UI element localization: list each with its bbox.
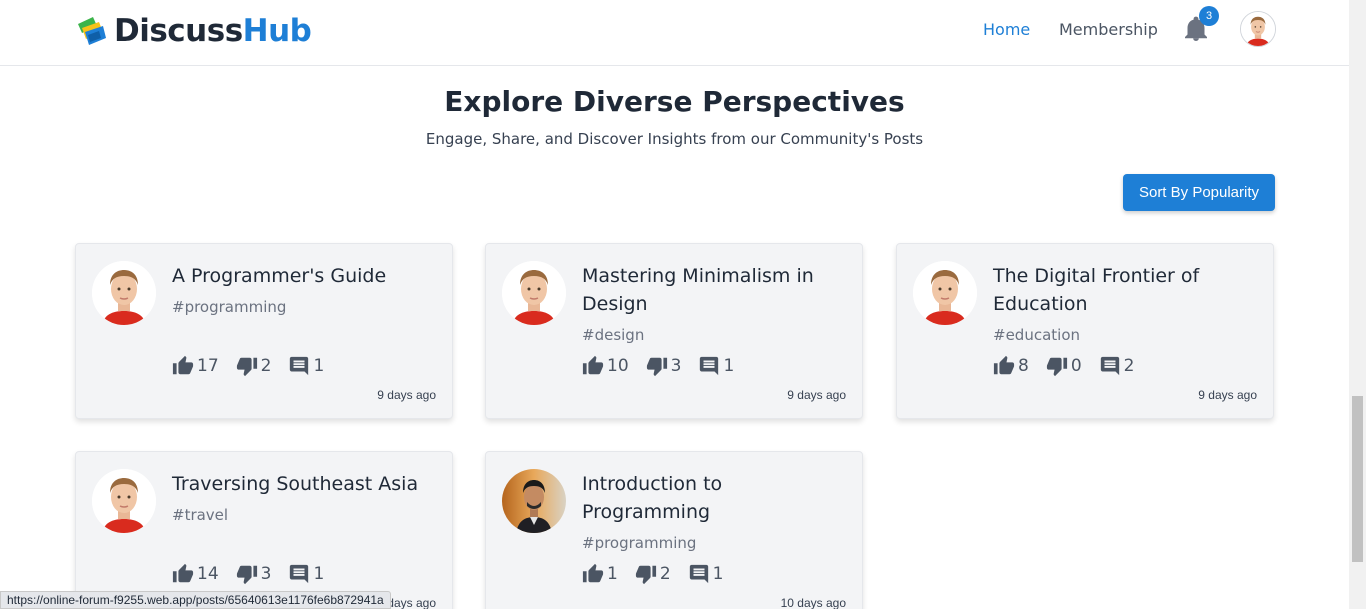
post-card[interactable]: A Programmer's Guide #programming 17 2 1… [75,243,453,419]
post-title[interactable]: Traversing Southeast Asia [172,470,422,498]
downvote-count: 3 [260,564,272,584]
author-photo-avatar [502,469,566,533]
upvote-count: 8 [1018,356,1029,376]
thumbs-down-icon [236,565,257,585]
comment-count: 1 [723,356,735,376]
post-card[interactable]: Mastering Minimalism in Design #design 1… [485,243,863,419]
comment-icon [1100,356,1119,376]
upvote-count: 10 [607,356,629,376]
author-avatar [913,261,977,325]
upvote-stat[interactable]: 14 [172,563,219,585]
downvote-stat[interactable]: 2 [236,355,272,377]
thumbs-up-icon [582,563,604,583]
user-avatar[interactable] [1240,11,1276,47]
post-date: 9 days ago [377,388,436,402]
discusshub-logo-icon [78,17,106,45]
comment-stat[interactable]: 1 [288,563,324,585]
post-stats: 14 3 1 [172,563,341,585]
comment-stat[interactable]: 1 [288,355,324,377]
upvote-count: 1 [607,564,618,584]
downvote-count: 2 [659,564,671,584]
downvote-stat[interactable]: 3 [646,355,682,377]
thumbs-up-icon [172,563,194,583]
author-avatar [92,261,156,325]
post-stats: 8 0 2 [993,355,1151,377]
comment-icon [290,564,309,584]
upvote-stat[interactable]: 1 [582,563,618,585]
downvote-count: 2 [260,356,272,376]
page-subtitle: Engage, Share, and Discover Insights fro… [425,130,924,148]
upvote-stat[interactable]: 17 [172,355,219,377]
post-title[interactable]: Introduction to Programming [582,470,832,526]
post-tag: #programming [172,298,287,316]
nav-home-link[interactable]: Home [983,20,1030,40]
comment-count: 1 [313,356,325,376]
notification-count-badge: 3 [1199,6,1219,26]
post-stats: 17 2 1 [172,355,341,377]
downvote-stat[interactable]: 3 [236,563,272,585]
thumbs-down-icon [646,357,667,377]
thumbs-down-icon [236,357,257,377]
downvote-count: 0 [1070,356,1082,376]
downvote-stat[interactable]: 2 [635,563,671,585]
comment-icon [700,356,719,376]
comment-icon [689,564,708,584]
comment-stat[interactable]: 1 [698,355,734,377]
page-title: Explore Diverse Perspectives [444,85,905,118]
post-date: 9 days ago [787,388,846,402]
post-card[interactable]: Traversing Southeast Asia #travel 14 3 1… [75,451,453,609]
author-avatar [92,469,156,533]
page: DiscussHub Home Membership 3 Explore Div… [0,0,1366,609]
page-scrollbar[interactable] [1349,0,1366,609]
thumbs-up-icon [582,355,604,375]
post-date: 10 days ago [780,596,846,609]
post-title[interactable]: The Digital Frontier of Education [993,262,1243,318]
author-avatar [502,261,566,325]
downvote-count: 3 [670,356,682,376]
post-card[interactable]: The Digital Frontier of Education #educa… [896,243,1274,419]
upvote-count: 14 [197,564,219,584]
upvote-stat[interactable]: 8 [993,355,1029,377]
comment-icon [290,356,309,376]
post-tag: #education [993,326,1080,344]
post-title[interactable]: A Programmer's Guide [172,262,422,290]
thumbs-up-icon [172,355,194,375]
comment-stat[interactable]: 1 [688,563,724,585]
thumbs-up-icon [993,355,1015,375]
navbar: DiscussHub Home Membership 3 [0,0,1349,66]
brand-name: DiscussHub [114,13,312,49]
post-stats: 10 3 1 [582,355,751,377]
thumbs-down-icon [635,565,656,585]
scrollbar-thumb[interactable] [1352,396,1363,562]
post-title[interactable]: Mastering Minimalism in Design [582,262,832,318]
upvote-count: 17 [197,356,219,376]
nav-membership-link[interactable]: Membership [1059,20,1158,40]
thumbs-down-icon [1046,357,1067,377]
comment-stat[interactable]: 2 [1099,355,1135,377]
upvote-stat[interactable]: 10 [582,355,629,377]
brand-logo-link[interactable]: DiscussHub [75,12,312,50]
post-date: 9 days ago [1198,388,1257,402]
sort-by-popularity-button[interactable]: Sort By Popularity [1123,174,1275,211]
post-tag: #programming [582,534,697,552]
link-preview-status-bar: https://online-forum-f9255.web.app/posts… [0,591,391,609]
downvote-stat[interactable]: 0 [1046,355,1082,377]
comment-count: 1 [313,564,325,584]
post-tag: #travel [172,506,229,524]
post-tag: #design [582,326,645,344]
post-stats: 1 2 1 [582,563,740,585]
post-card[interactable]: Introduction to Programming #programming… [485,451,863,609]
comment-count: 2 [1123,356,1135,376]
comment-count: 1 [712,564,724,584]
